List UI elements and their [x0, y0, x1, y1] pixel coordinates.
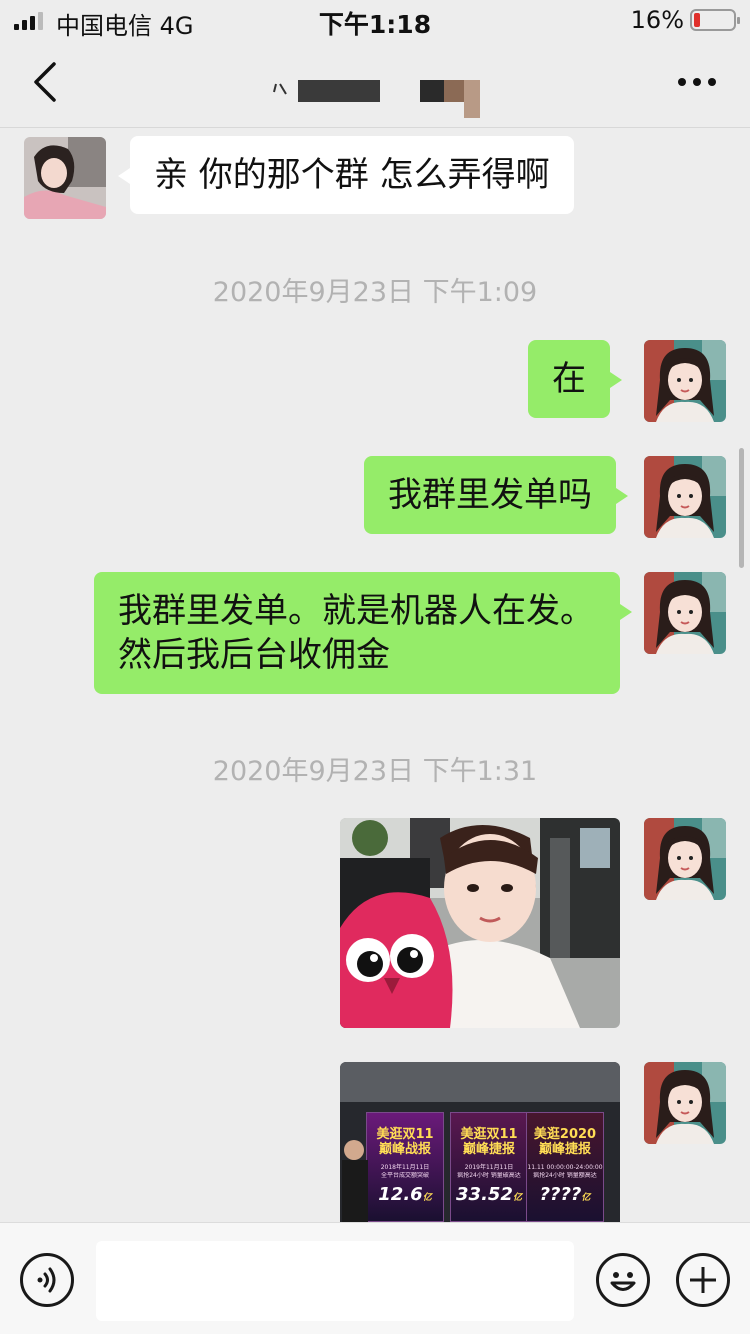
emoji-icon — [610, 1272, 636, 1291]
self-avatar-image — [644, 1062, 726, 1144]
title-redaction — [420, 80, 444, 102]
poster-title: 美逛双11 巅峰战报 — [376, 1127, 434, 1157]
message-bubble-incoming[interactable]: 亲 你的那个群 怎么弄得啊 — [118, 136, 574, 214]
poster-value: ????亿 — [539, 1184, 591, 1205]
contact-avatar-image — [24, 137, 106, 219]
voice-icon — [37, 1267, 56, 1293]
image-message[interactable] — [340, 818, 620, 1028]
poster-date: 2018年11月11日 — [380, 1164, 430, 1171]
poster-subtitle: 全平台成交额突破 — [380, 1172, 429, 1179]
back-button[interactable] — [26, 60, 70, 104]
poster-title: 美逛双11 巅峰捷报 — [460, 1127, 518, 1157]
message-text: 在 — [552, 359, 586, 399]
poster: 美逛2020 巅峰捷报 11.11 00:00:00-24:00:00 疯抢24小时… — [526, 1112, 604, 1222]
status-bar: 中国电信 4G 下午1:18 16% — [0, 0, 750, 40]
emoji-button[interactable] — [596, 1253, 650, 1307]
self-avatar-image — [644, 572, 726, 654]
poster-title: 美逛2020 巅峰捷报 — [533, 1127, 597, 1157]
poster-subtitle: 疯抢24小时 销量额高达 — [533, 1172, 597, 1179]
timestamp: 2020年9月23日 下午1:31 — [212, 756, 538, 787]
timestamp: 2020年9月23日 下午1:09 — [212, 277, 538, 308]
poster: 美逛双11 巅峰捷报 2019年11月11日 疯抢24小时 销量破高达 33.52亿 — [450, 1112, 528, 1222]
poster-subtitle: 疯抢24小时 销量破高达 — [457, 1172, 521, 1179]
chevron-left-icon — [34, 62, 56, 102]
battery-level — [694, 13, 701, 27]
poster-unit: 亿 — [422, 1193, 432, 1203]
scrollbar[interactable] — [739, 448, 744, 568]
title-redaction — [444, 80, 464, 102]
plus-button[interactable] — [676, 1253, 730, 1307]
self-avatar[interactable] — [644, 456, 726, 538]
chat-header — [0, 40, 750, 128]
plus-icon — [690, 1267, 716, 1293]
selfie-photo — [340, 818, 620, 1028]
message-bubble-outgoing[interactable]: 在 — [528, 340, 622, 418]
self-avatar[interactable] — [644, 818, 726, 900]
poster: 美逛双11 巅峰战报 2018年11月11日 全平台成交额突破 12.6亿 — [366, 1112, 444, 1222]
message-text: 亲 你的那个群 怎么弄得啊 — [154, 155, 550, 195]
contact-avatar[interactable] — [24, 137, 106, 219]
message-text: 我群里发单吗 — [388, 475, 592, 515]
self-avatar-image — [644, 456, 726, 538]
input-bar — [0, 1222, 750, 1334]
title-redaction — [273, 83, 287, 95]
voice-button[interactable] — [20, 1253, 74, 1307]
self-avatar[interactable] — [644, 572, 726, 654]
poster-unit: 亿 — [581, 1193, 591, 1203]
message-text: 我群里发单。就是机器人在发。然后我后台收佣金 — [118, 591, 594, 675]
message-bubble-outgoing[interactable]: 我群里发单吗 — [364, 456, 628, 534]
poster-date: 2019年11月11日 — [464, 1164, 514, 1171]
poster-value: 33.52亿 — [456, 1184, 522, 1205]
self-avatar[interactable] — [644, 1062, 726, 1144]
battery-icon — [690, 9, 740, 31]
message-bubble-outgoing[interactable]: 我群里发单。就是机器人在发。然后我后台收佣金 — [94, 572, 632, 694]
self-avatar[interactable] — [644, 340, 726, 422]
ellipsis-icon — [678, 78, 686, 86]
self-avatar-image — [644, 818, 726, 900]
title-redaction — [464, 80, 480, 118]
poster-value: 12.6亿 — [378, 1184, 432, 1205]
presenter-figure — [342, 1140, 368, 1222]
title-redaction — [298, 80, 380, 102]
poster-date: 11.11 00:00:00-24:00:00 — [527, 1164, 603, 1171]
battery-percent: 16% — [630, 6, 684, 34]
more-button[interactable] — [678, 78, 716, 86]
self-avatar-image — [644, 340, 726, 422]
image-message[interactable]: 美逛双11 巅峰战报 2018年11月11日 全平台成交额突破 12.6亿 美逛双11 … — [340, 1062, 620, 1222]
poster-unit: 亿 — [512, 1193, 522, 1203]
message-input[interactable] — [96, 1241, 574, 1321]
